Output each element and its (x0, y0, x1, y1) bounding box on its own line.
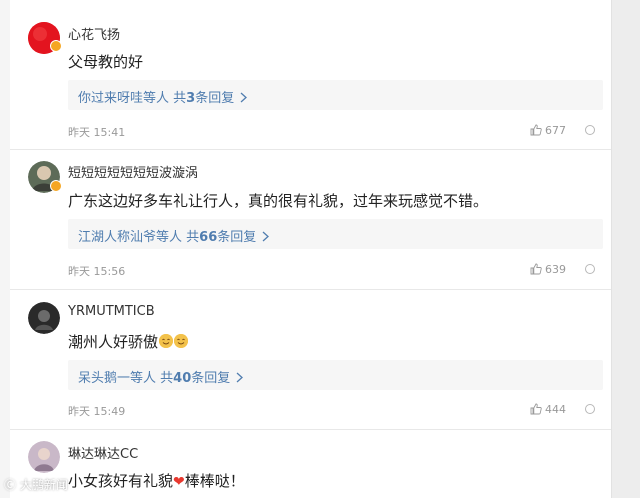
like-icon (530, 403, 542, 415)
reply-count-prefix: 共 (173, 91, 187, 106)
like-count: 444 (545, 403, 566, 416)
like-button[interactable]: 677 (530, 124, 566, 137)
timestamp: 昨天 15:56 (68, 265, 126, 278)
timestamp: 昨天 15:41 (68, 126, 126, 139)
reply-users: 呆头鹅一等人 (78, 371, 157, 386)
comment-text-body: 潮州人好骄傲 (68, 333, 159, 351)
username[interactable]: YRMUTMTICB (68, 304, 155, 319)
like-button[interactable]: 639 (530, 263, 566, 276)
comment-text-before: 小女孩好有礼貌 (68, 472, 174, 490)
username[interactable]: 短短短短短短短波漩涡 (68, 162, 198, 181)
comment-item: 琳达琳达CC 小女孩好有礼貌❤棒棒哒！ (10, 430, 611, 498)
comment-text: 广东这边好多车礼让行人，真的很有礼貌，过年来玩感觉不错。 (68, 192, 489, 210)
comment-text: 父母教的好 (68, 53, 144, 71)
like-count: 677 (545, 124, 566, 137)
like-icon (530, 263, 542, 275)
watermark: Ⓒ 大鹏新闻 (4, 476, 68, 493)
avatar[interactable] (28, 302, 60, 334)
scrollbar-track[interactable] (611, 0, 640, 498)
vip-badge-icon (50, 40, 62, 52)
like-icon (530, 124, 542, 136)
username[interactable]: 琳达琳达CC (68, 443, 138, 462)
comment-text-after: 棒棒哒！ (184, 472, 245, 490)
avatar[interactable] (28, 441, 60, 473)
reply-summary[interactable]: 呆头鹅一等人 共40条回复 (68, 360, 603, 390)
comment-text: 小女孩好有礼貌❤棒棒哒！ (68, 470, 245, 491)
more-icon[interactable] (585, 264, 595, 274)
reply-count: 3 (186, 91, 196, 106)
comment-item: 短短短短短短短波漩涡 广东这边好多车礼让行人，真的很有礼貌，过年来玩感觉不错。 … (10, 150, 611, 290)
reply-count: 66 (199, 230, 218, 245)
smile-emoji (174, 334, 189, 348)
like-count: 639 (545, 263, 566, 276)
comment-item: 心花飞扬 父母教的好 你过来呀哇等人 共3条回复 昨天 15:41 677 (10, 0, 611, 150)
chevron-right-icon (236, 372, 244, 383)
chevron-right-icon (262, 231, 270, 242)
reply-count-suffix: 条回复 (195, 91, 235, 106)
more-icon[interactable] (585, 404, 595, 414)
vip-badge-icon (50, 180, 62, 192)
chevron-right-icon (240, 92, 248, 103)
like-button[interactable]: 444 (530, 403, 566, 416)
reply-count: 40 (173, 371, 192, 386)
watermark-text: 大鹏新闻 (19, 478, 68, 492)
reply-summary[interactable]: 江湖人称汕爷等人 共66条回复 (68, 219, 603, 249)
comment-item: YRMUTMTICB 潮州人好骄傲 呆头鹅一等人 共40条回复 昨天 15:49… (10, 290, 611, 430)
timestamp: 昨天 15:49 (68, 405, 126, 418)
reply-count-prefix: 共 (160, 371, 174, 386)
watermark-logo-icon: Ⓒ (4, 478, 17, 492)
heart-emoji: ❤ (173, 474, 185, 490)
reply-users: 江湖人称汕爷等人 (78, 230, 183, 245)
smile-emoji (159, 334, 174, 348)
username[interactable]: 心花飞扬 (68, 24, 120, 43)
reply-summary[interactable]: 你过来呀哇等人 共3条回复 (68, 80, 603, 110)
more-icon[interactable] (585, 125, 595, 135)
reply-users: 你过来呀哇等人 (78, 91, 170, 106)
comment-list: 心花飞扬 父母教的好 你过来呀哇等人 共3条回复 昨天 15:41 677 短短… (10, 0, 611, 498)
reply-count-suffix: 条回复 (217, 230, 257, 245)
reply-count-suffix: 条回复 (191, 371, 231, 386)
reply-count-prefix: 共 (186, 230, 200, 245)
comment-text: 潮州人好骄傲 (68, 331, 189, 352)
